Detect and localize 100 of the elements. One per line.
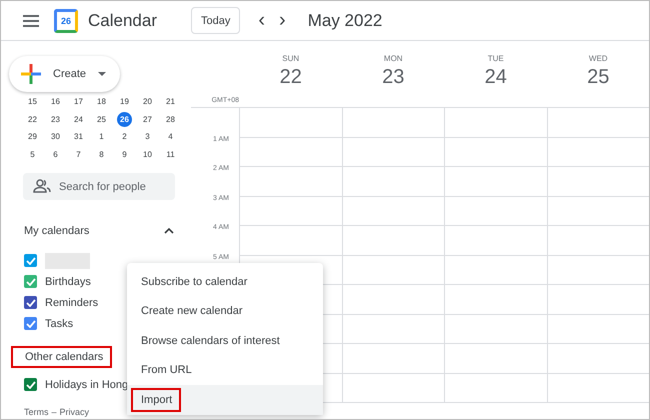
day-date[interactable]: 24: [484, 66, 507, 89]
mini-calendar-day[interactable]: 19: [113, 97, 136, 106]
mini-calendar-day[interactable]: 18: [90, 97, 113, 106]
mini-calendar-day[interactable]: 29: [21, 132, 44, 142]
time-slot[interactable]: [239, 138, 342, 167]
mini-calendar-day[interactable]: 21: [159, 97, 182, 106]
day-name: WED: [588, 54, 608, 63]
time-slot[interactable]: [239, 167, 342, 196]
time-slot[interactable]: [546, 314, 649, 344]
time-slot[interactable]: [342, 285, 444, 314]
day-name: TUE: [488, 54, 504, 63]
time-slot[interactable]: [239, 226, 342, 256]
mini-calendar-day[interactable]: 27: [136, 114, 159, 124]
next-button[interactable]: ›: [273, 9, 292, 32]
time-slot[interactable]: [342, 374, 444, 403]
section-title[interactable]: Other calendars: [11, 346, 112, 368]
time-slot[interactable]: [444, 167, 546, 196]
menu-icon[interactable]: [23, 14, 39, 26]
month-title: May 2022: [308, 10, 382, 30]
mini-calendar-day[interactable]: 15: [21, 97, 44, 106]
mini-calendar-day[interactable]: 10: [136, 150, 159, 159]
privacy-link[interactable]: Privacy: [60, 407, 90, 417]
mini-calendar-day[interactable]: 4: [159, 132, 182, 142]
terms-link[interactable]: Terms: [24, 407, 48, 417]
time-slot[interactable]: [546, 196, 649, 226]
time-slot[interactable]: [342, 196, 444, 226]
calendar-name: Reminders: [45, 296, 98, 308]
time-slot[interactable]: [546, 108, 649, 138]
mini-calendar-day[interactable]: 17: [67, 97, 90, 106]
time-slot[interactable]: [444, 285, 546, 314]
time-slot[interactable]: [546, 167, 649, 196]
time-slot[interactable]: [444, 226, 546, 256]
caret-icon: [98, 72, 106, 76]
separator: –: [52, 407, 57, 417]
time-slot[interactable]: [342, 226, 444, 256]
checkbox[interactable]: [24, 275, 37, 288]
menu-item[interactable]: From URL: [127, 356, 323, 385]
time-slot[interactable]: [444, 108, 546, 138]
time-slot[interactable]: [342, 344, 444, 374]
time-slot[interactable]: [342, 108, 444, 138]
mini-calendar-day[interactable]: 5: [21, 150, 44, 159]
time-slot[interactable]: [546, 285, 649, 314]
time-slot[interactable]: [444, 196, 546, 226]
mini-calendar-day[interactable]: 22: [21, 114, 44, 124]
checkbox[interactable]: [24, 296, 37, 309]
chevron-icon[interactable]: [164, 228, 174, 234]
mini-calendar-day[interactable]: 11: [159, 150, 182, 159]
mini-calendar-day[interactable]: 31: [67, 132, 90, 142]
menu-item[interactable]: Import: [127, 385, 323, 414]
day-date[interactable]: 22: [280, 66, 302, 89]
checkbox[interactable]: [24, 317, 37, 330]
time-slot[interactable]: [546, 344, 649, 374]
mini-calendar-day[interactable]: 28: [159, 114, 182, 124]
mini-calendar-day[interactable]: 25: [90, 114, 113, 124]
day-date[interactable]: 25: [587, 66, 610, 89]
search-field[interactable]: Search for people: [23, 173, 175, 200]
app-name: Calendar: [88, 10, 157, 30]
section-title[interactable]: My calendars: [24, 222, 94, 240]
plus-icon: [21, 64, 41, 84]
time-slot[interactable]: [239, 196, 342, 226]
checkbox[interactable]: [24, 254, 37, 267]
time-slot[interactable]: [342, 256, 444, 285]
time-slot[interactable]: [342, 167, 444, 196]
time-slot[interactable]: [342, 138, 444, 167]
time-slot[interactable]: [546, 374, 649, 403]
mini-calendar-day[interactable]: 30: [44, 132, 67, 142]
checkbox[interactable]: [24, 378, 37, 391]
menu-item[interactable]: Subscribe to calendar: [127, 267, 323, 296]
mini-calendar-day[interactable]: 26: [117, 112, 132, 127]
mini-calendar-day[interactable]: 24: [67, 114, 90, 124]
time-slot[interactable]: [444, 374, 546, 403]
today-button[interactable]: Today: [191, 7, 240, 34]
day-name: SUN: [282, 54, 300, 63]
time-slot[interactable]: [546, 256, 649, 285]
calendar-logo-icon: 26: [54, 8, 78, 32]
mini-calendar-day[interactable]: 9: [113, 150, 136, 159]
mini-calendar-day[interactable]: 1: [90, 132, 113, 142]
mini-calendar-day[interactable]: 3: [136, 132, 159, 142]
menu-item[interactable]: Browse calendars of interest: [127, 326, 323, 356]
time-slot[interactable]: [444, 314, 546, 344]
create-button[interactable]: Create: [9, 56, 120, 92]
menu-item[interactable]: Create new calendar: [127, 296, 323, 326]
time-slot[interactable]: [444, 344, 546, 374]
mini-calendar-day[interactable]: 23: [44, 114, 67, 124]
time-slot[interactable]: [444, 256, 546, 285]
time-slot[interactable]: [444, 138, 546, 167]
time-slot[interactable]: [342, 314, 444, 344]
mini-calendar-day[interactable]: 2: [113, 132, 136, 142]
calendar-name: Holidays in Hong: [45, 378, 128, 390]
mini-calendar-day[interactable]: 7: [67, 150, 90, 159]
mini-calendar-day[interactable]: 16: [44, 97, 67, 106]
mini-calendar-day[interactable]: 8: [90, 150, 113, 159]
time-slot[interactable]: [239, 108, 342, 138]
day-date[interactable]: 23: [382, 66, 404, 89]
mini-calendar-day[interactable]: 20: [136, 97, 159, 106]
calendar-name: Tasks: [45, 318, 74, 330]
mini-calendar-day[interactable]: 6: [44, 150, 67, 159]
time-slot[interactable]: [546, 138, 649, 167]
previous-button[interactable]: ‹: [252, 9, 272, 32]
time-slot[interactable]: [546, 226, 649, 256]
